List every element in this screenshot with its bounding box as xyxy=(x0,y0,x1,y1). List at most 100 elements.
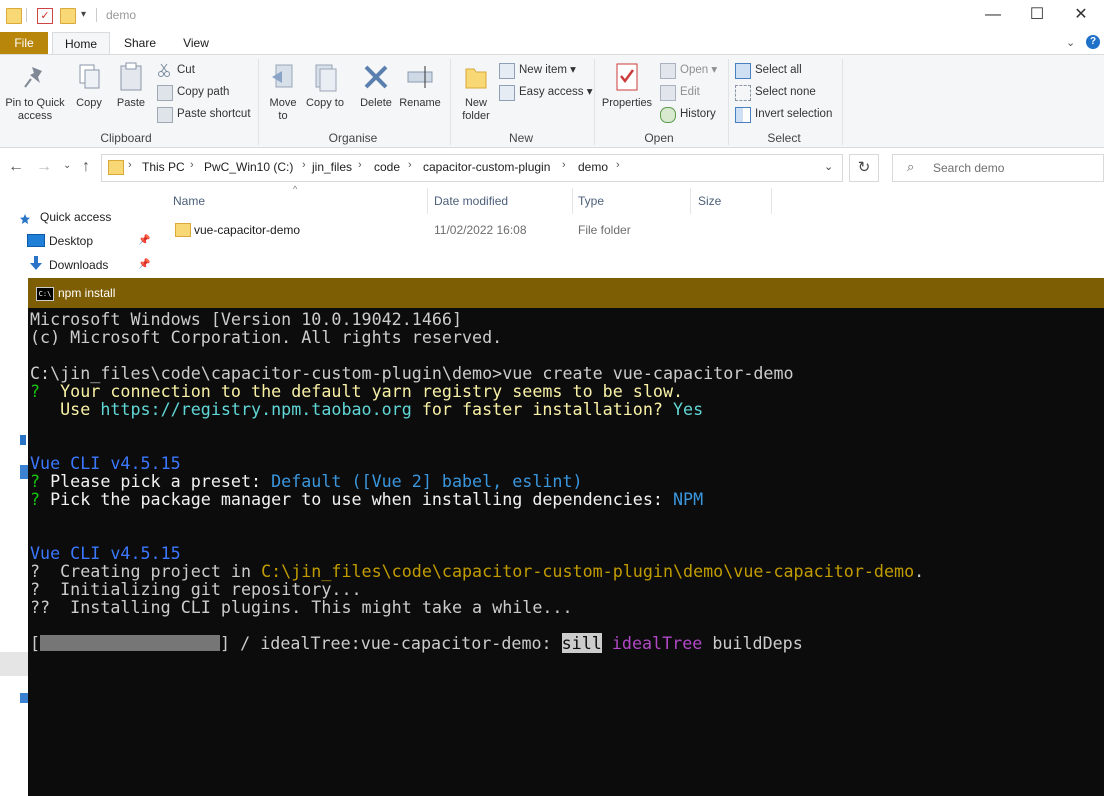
history-label: History xyxy=(680,108,716,120)
chevron-right-icon[interactable]: › xyxy=(302,159,306,171)
edit-button[interactable]: Edit xyxy=(660,83,700,101)
customize-toolbar-icon[interactable]: ▾ xyxy=(81,9,86,20)
pin-icon[interactable]: 📌 xyxy=(138,235,150,246)
select-none-label: Select none xyxy=(755,86,816,98)
refresh-button[interactable]: ↻ xyxy=(849,154,879,182)
divider[interactable] xyxy=(427,188,428,214)
console-icon: C:\ xyxy=(36,287,54,301)
back-button[interactable]: ← xyxy=(8,158,24,176)
new-folder-button[interactable]: New folder xyxy=(456,59,496,123)
ribbon: Pin to Quick access Copy Paste Cut Copy … xyxy=(0,54,1104,148)
new-item-icon xyxy=(499,63,515,79)
new-folder-icon[interactable] xyxy=(60,8,76,24)
cut-button[interactable]: Cut xyxy=(157,61,195,79)
breadcrumb-demo[interactable]: demo xyxy=(578,160,608,174)
nav-desktop[interactable]: Desktop xyxy=(49,231,93,251)
search-icon: ⌕ xyxy=(907,159,915,174)
open-label: Open xyxy=(680,64,709,76)
help-icon[interactable]: ? xyxy=(1086,35,1100,49)
recent-locations-button[interactable]: ⌄ xyxy=(63,160,71,171)
pin-icon[interactable]: 📌 xyxy=(138,259,150,270)
chevron-right-icon[interactable]: › xyxy=(190,159,194,171)
open-button[interactable]: Open ▾ xyxy=(660,61,717,79)
paste-shortcut-button[interactable]: Paste shortcut xyxy=(157,105,251,123)
new-item-button[interactable]: New item ▾ xyxy=(499,61,576,79)
move-to-button[interactable]: Move to xyxy=(264,59,302,123)
maximize-button[interactable]: ☐ xyxy=(1014,0,1060,32)
close-button[interactable]: ✕ xyxy=(1058,0,1104,32)
console-text: Pick the package manager to use when ins… xyxy=(40,489,673,509)
pin-quick-access-button[interactable]: Pin to Quick access xyxy=(2,59,68,123)
select-none-button[interactable]: Select none xyxy=(735,83,816,101)
prompt-mark: ? xyxy=(30,489,41,509)
breadcrumb-jin-files[interactable]: jin_files xyxy=(312,160,352,174)
file-name: vue-capacitor-demo xyxy=(194,223,301,237)
window-title: demo xyxy=(106,8,137,22)
rename-button[interactable]: Rename xyxy=(398,59,442,110)
select-all-button[interactable]: Select all xyxy=(735,61,802,79)
breadcrumb-capacitor-custom-plugin[interactable]: capacitor-custom-plugin xyxy=(423,160,550,174)
chevron-right-icon[interactable]: › xyxy=(128,159,132,171)
console-window[interactable] xyxy=(28,278,1104,796)
star-icon xyxy=(20,213,30,224)
tab-home[interactable]: Home xyxy=(52,32,110,54)
new-folder-icon xyxy=(461,61,491,93)
console-title: npm install xyxy=(58,286,116,300)
console-text: Your connection to the default yarn regi… xyxy=(40,381,684,401)
registry-url: https://registry.npm.taobao.org xyxy=(100,399,412,419)
easy-access-label: Easy access xyxy=(519,86,584,98)
breadcrumb-code[interactable]: code xyxy=(374,160,400,174)
properties-label: Properties xyxy=(601,97,653,109)
delete-label: Delete xyxy=(360,97,392,109)
paste-shortcut-icon xyxy=(157,107,173,123)
group-label-open: Open xyxy=(644,131,674,145)
tab-view[interactable]: View xyxy=(168,32,224,54)
properties-button[interactable]: Properties xyxy=(598,59,656,110)
chevron-right-icon[interactable]: › xyxy=(616,159,620,171)
folder-icon xyxy=(6,8,22,24)
chevron-right-icon[interactable]: › xyxy=(562,159,566,171)
copy-to-button[interactable]: Copy to xyxy=(306,59,344,110)
collapse-ribbon-icon[interactable]: ⌄ xyxy=(1066,36,1075,49)
easy-access-button[interactable]: Easy access ▾ xyxy=(499,83,593,101)
column-header-name[interactable]: Name xyxy=(173,194,205,208)
table-row[interactable]: vue-capacitor-demo 11/02/2022 16:08 File… xyxy=(160,218,780,242)
column-header-size[interactable]: Size xyxy=(698,194,721,208)
console-line: ? Creating project in C:\jin_files\code\… xyxy=(30,562,924,580)
divider[interactable] xyxy=(771,188,772,214)
forward-button[interactable]: → xyxy=(36,158,52,176)
delete-button[interactable]: Delete xyxy=(356,59,396,110)
paste-button[interactable]: Paste xyxy=(112,59,150,110)
tab-file[interactable]: File xyxy=(0,32,48,54)
search-input[interactable]: ⌕ Search demo xyxy=(892,154,1104,182)
new-item-label: New item xyxy=(519,64,567,76)
select-all-label: Select all xyxy=(755,64,802,76)
divider xyxy=(258,59,259,145)
column-header-type[interactable]: Type xyxy=(578,194,604,208)
history-button[interactable]: History xyxy=(660,105,716,123)
nav-downloads[interactable]: Downloads xyxy=(49,255,108,275)
invert-selection-button[interactable]: Invert selection xyxy=(735,105,832,123)
divider[interactable] xyxy=(690,188,691,214)
nav-quick-access[interactable]: Quick access xyxy=(40,207,111,227)
breadcrumb-this-pc[interactable]: This PC xyxy=(142,160,185,174)
up-button[interactable]: ↑ xyxy=(82,158,90,176)
nav-item-icon xyxy=(20,435,26,445)
address-bar[interactable]: › This PC › PwC_Win10 (C:) › jin_files ›… xyxy=(101,154,843,182)
properties-icon[interactable]: ✓ xyxy=(37,8,53,24)
divider[interactable] xyxy=(572,188,573,214)
nav-item-selected[interactable] xyxy=(0,652,28,676)
copy-path-button[interactable]: Copy path xyxy=(157,83,229,101)
invert-selection-icon xyxy=(735,107,751,123)
minimize-button[interactable]: — xyxy=(970,0,1016,32)
chevron-right-icon[interactable]: › xyxy=(408,159,412,171)
copy-button[interactable]: Copy xyxy=(72,59,106,110)
breadcrumb-drive[interactable]: PwC_Win10 (C:) xyxy=(204,160,293,174)
select-all-icon xyxy=(735,63,751,79)
prompt-mark: ? xyxy=(30,381,41,401)
column-header-date-modified[interactable]: Date modified xyxy=(434,194,508,208)
address-dropdown-icon[interactable]: ⌄ xyxy=(824,160,833,173)
tab-share[interactable]: Share xyxy=(112,32,168,54)
console-title-bar[interactable] xyxy=(28,278,1104,308)
chevron-right-icon[interactable]: › xyxy=(358,159,362,171)
